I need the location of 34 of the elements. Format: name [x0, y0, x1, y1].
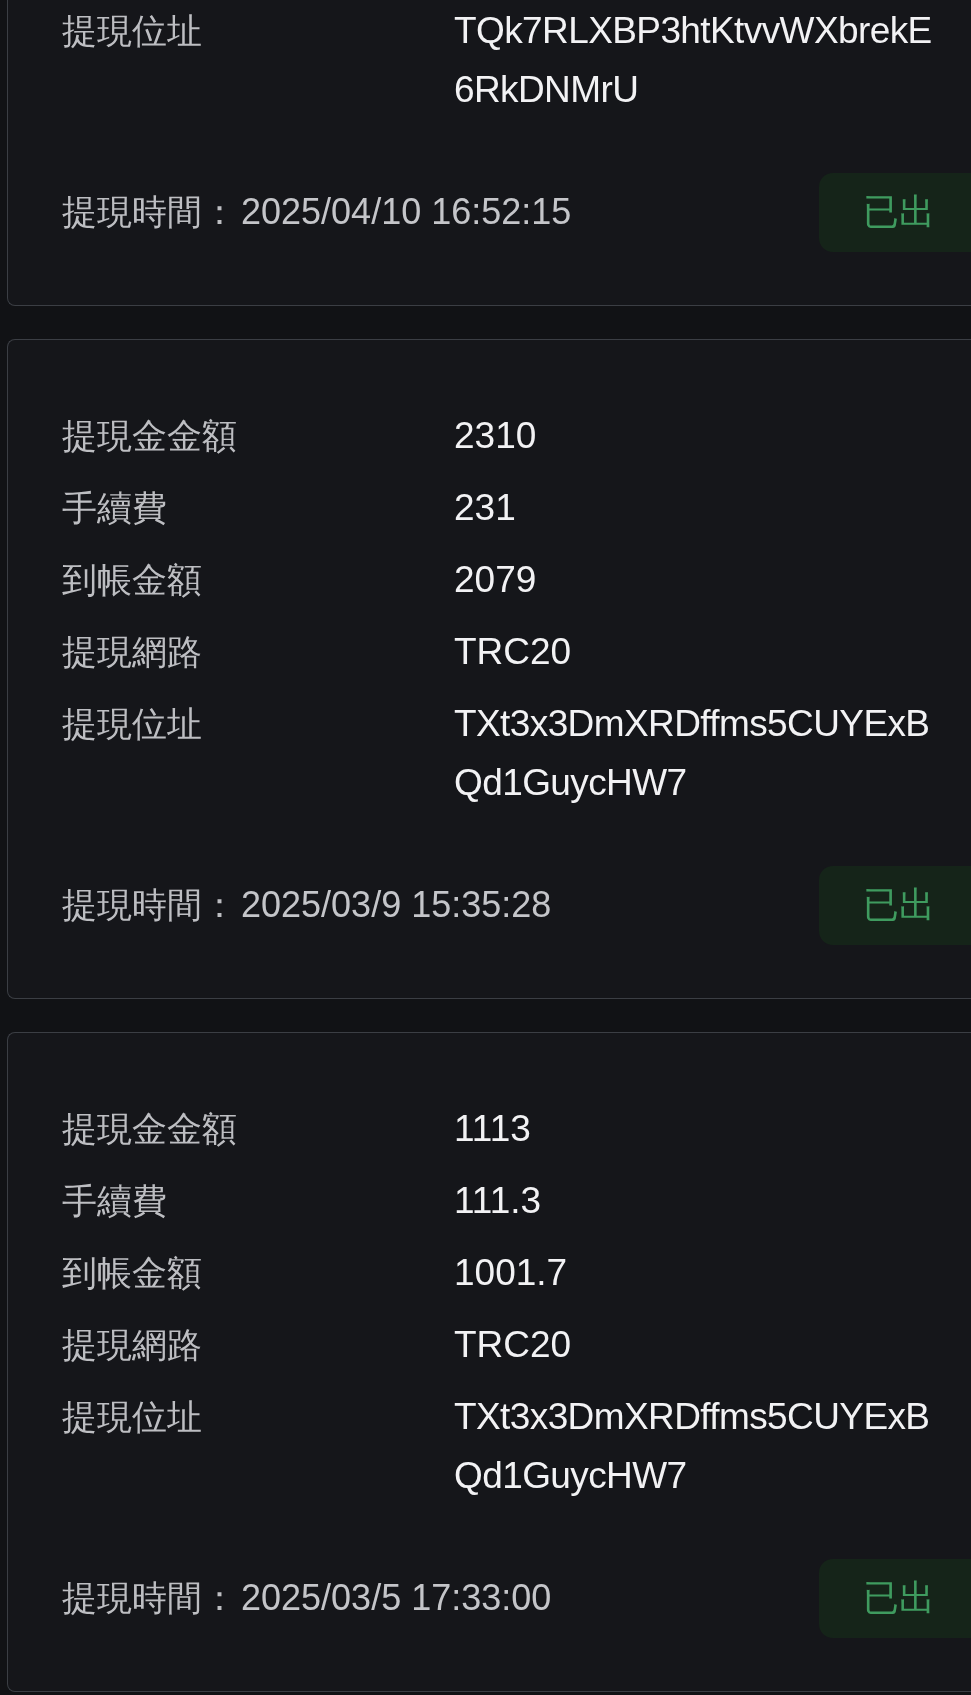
time-label: 提現時間：	[62, 883, 237, 926]
field-label: 手續費	[62, 487, 168, 529]
field-label: 提現網路	[62, 1324, 203, 1366]
field-value: 231	[454, 486, 516, 530]
time-value: 2025/03/5 17:33:00	[241, 1577, 552, 1619]
field-label: 到帳金額	[62, 559, 203, 601]
address-value: Qd1GuycHW7	[454, 761, 688, 805]
field-value: 111.3	[454, 1179, 542, 1223]
address-value: TXt3x3DmXRDffms5CUYExB	[454, 702, 930, 746]
field-value: 1001.7	[454, 1251, 568, 1295]
field-value: TRC20	[454, 1323, 572, 1367]
time-label: 提現時間：	[62, 190, 237, 233]
address-value: TXt3x3DmXRDffms5CUYExB	[454, 1395, 930, 1439]
field-label: 到帳金額	[62, 1252, 203, 1294]
field-label: 手續費	[62, 1180, 168, 1222]
field-label: 提現位址	[62, 703, 203, 745]
time-value: 2025/04/10 16:52:15	[241, 191, 572, 233]
status-badge: 已出	[819, 1558, 971, 1638]
address-value: Qd1GuycHW7	[454, 1454, 688, 1498]
field-label: 提現金金額	[62, 415, 238, 457]
status-badge: 已出	[819, 172, 971, 252]
field-value: 2079	[454, 558, 537, 602]
field-value: 2310	[454, 414, 537, 458]
address-value: TQk7RLXBP3htKtvvWXbrekE	[454, 9, 932, 53]
field-value: TRC20	[454, 630, 572, 674]
status-badge: 已出	[819, 865, 971, 945]
field-label: 提現金金額	[62, 1108, 238, 1150]
time-label: 提現時間：	[62, 1576, 237, 1619]
field-label: 提現位址	[62, 10, 203, 52]
field-value: 1113	[454, 1107, 531, 1151]
field-label: 提現位址	[62, 1396, 203, 1438]
address-value: 6RkDNMrU	[454, 68, 640, 112]
time-value: 2025/03/9 15:35:28	[241, 884, 552, 926]
field-label: 提現網路	[62, 631, 203, 673]
